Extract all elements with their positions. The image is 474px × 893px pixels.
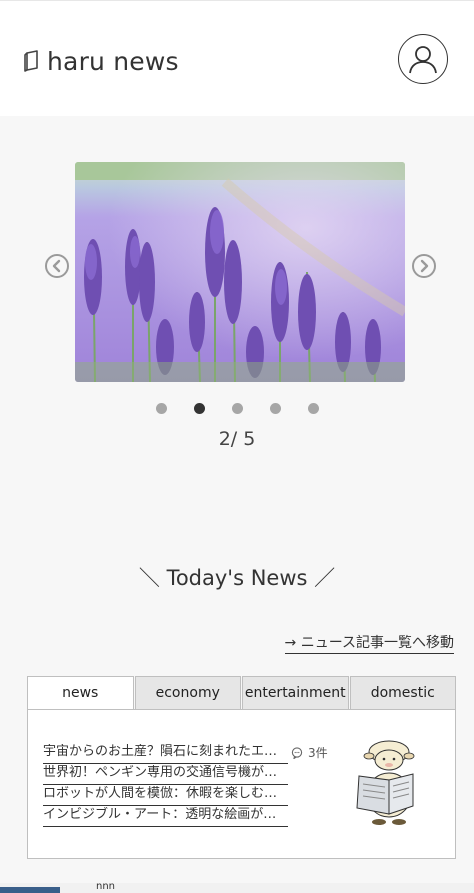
carousel-dot-5[interactable] (307, 403, 319, 414)
tab-entertainment[interactable]: entertainment (242, 676, 349, 710)
comment-count-text: 3件 (308, 746, 328, 760)
news-item[interactable]: インビジブル・アート：透明な絵画が展示される (43, 807, 288, 827)
tab-economy[interactable]: economy (134, 676, 241, 710)
carousel-prev-button[interactable] (45, 254, 69, 278)
bottom-fragment: nnn (0, 881, 474, 893)
brand-title: haru news (47, 46, 179, 76)
news-item[interactable]: ロボットが人間を模倣：休暇を楽しむロボット (43, 786, 288, 806)
carousel-next-button[interactable] (412, 254, 436, 278)
chevron-left-icon (52, 259, 61, 273)
news-item[interactable]: 宇宙からのお土産？隕石に刻まれたエイリアンの (43, 744, 288, 764)
sheep-reading-newspaper-illustration (356, 740, 415, 825)
carousel-dots (0, 403, 474, 414)
comment-icon (291, 746, 303, 759)
tab-domestic[interactable]: domestic (349, 676, 456, 710)
news-list: 宇宙からのお土産？隕石に刻まれたエイリアンの 世界初！ペンギン専用の交通信号機が… (43, 744, 293, 828)
book-icon (24, 50, 38, 72)
brand[interactable]: haru news (23, 43, 179, 79)
lavender-image (75, 162, 405, 382)
carousel-dot-4[interactable] (269, 403, 281, 414)
carousel-dot-2[interactable] (193, 403, 205, 414)
news-item[interactable]: 世界初！ペンギン専用の交通信号機が設置される (43, 765, 288, 785)
category-tabs: news economy entertainment domestic (27, 676, 456, 710)
account-button[interactable] (398, 34, 448, 84)
news-panel: 宇宙からのお土産？隕石に刻まれたエイリアンの 世界初！ペンギン専用の交通信号機が… (27, 709, 456, 859)
carousel-dot-3[interactable] (231, 403, 243, 414)
carousel-counter: 2/ 5 (218, 428, 256, 450)
user-icon (409, 46, 437, 74)
tab-news[interactable]: news (27, 676, 134, 710)
section-heading: ＼ Today's News ／ (138, 566, 336, 590)
comment-count: 3件 (291, 744, 328, 761)
app-header: haru news (0, 0, 474, 116)
chevron-right-icon (420, 259, 429, 273)
bottom-fragment-text: nnn (96, 881, 116, 892)
all-news-link[interactable]: → ニュース記事一覧へ移動 (284, 632, 454, 654)
carousel-image[interactable] (75, 162, 405, 382)
bottom-blue-strip (0, 887, 60, 893)
carousel-dot-1[interactable] (155, 403, 167, 414)
